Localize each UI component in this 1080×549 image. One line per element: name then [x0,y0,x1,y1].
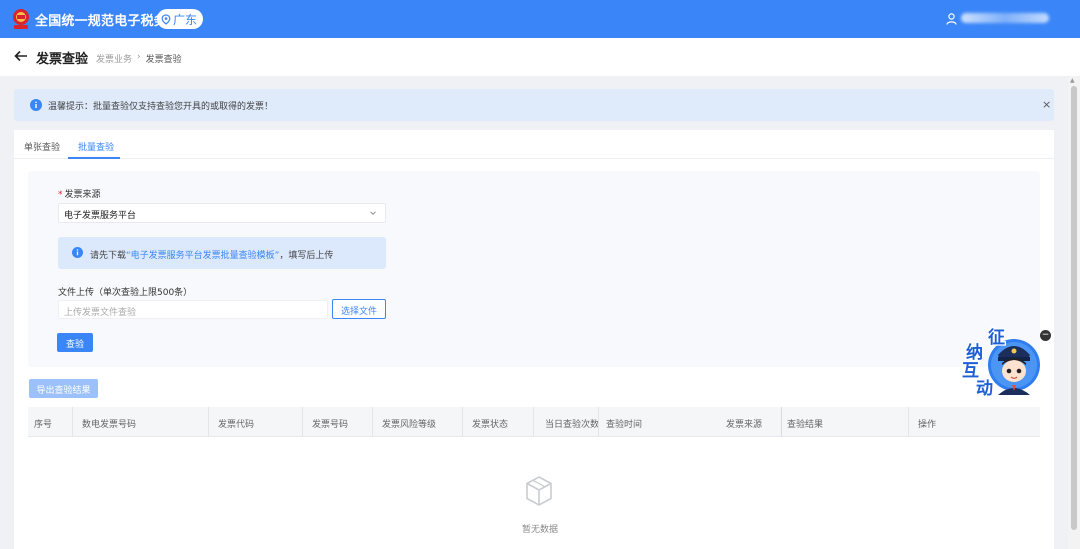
upload-label: 文件上传（单次查验上限500条） [58,288,193,298]
column-divider [462,407,463,437]
minimize-icon[interactable]: − [1040,330,1051,341]
user-icon[interactable] [946,13,957,25]
tab-single-verify[interactable]: 单张查验 [24,140,60,153]
vertical-scrollbar[interactable]: ▲ [1068,76,1080,549]
column-header: 发票代码 [218,420,255,430]
batch-form-panel: * 发票来源 电子发票服务平台 请先下载“电子发票服务平台发票批量查验模板”，填写… [28,171,1040,367]
active-tab-indicator [68,157,120,159]
column-header: 发票来源 [726,420,763,430]
close-icon[interactable]: × [1042,98,1051,111]
tab-bar: 单张查验 批量查验 [14,130,1054,159]
column-divider [372,407,373,437]
column-header: 数电发票号码 [82,420,137,430]
scroll-thumb[interactable] [1071,86,1077,530]
main-content: 单张查验 批量查验 * 发票来源 电子发票服务平台 请先下载“电子发票服务平台发票… [14,130,1054,549]
info-icon [30,99,42,111]
notice-text: 温馨提示：批量查验仅支持查验您开具的或取得的发票！ [48,102,274,112]
column-header: 发票风险等级 [382,420,437,430]
empty-box-icon [526,476,552,506]
back-arrow-icon[interactable] [14,49,28,63]
verify-button[interactable]: 查验 [57,333,93,352]
page-header: 发票查验 发票业务 › 发票查验 [0,38,1080,76]
region-selector[interactable]: 广东 [157,9,204,29]
column-divider [533,407,534,437]
chevron-down-icon [370,211,376,216]
column-divider [208,407,209,437]
scroll-up-icon[interactable]: ▲ [1070,77,1075,84]
mascot-char: 动 [976,379,993,399]
column-header: 当日查验次数 [545,420,600,430]
tax-emblem-icon[interactable] [11,7,31,31]
tip-text: 请先下载“电子发票服务平台发票批量查验模板”，填写后上传 [90,251,334,261]
template-download-link[interactable]: “电子发票服务平台发票批量查验模板” [126,251,279,261]
page-title: 发票查验 [36,52,89,67]
fixed-column-divider [781,407,782,437]
results-table-header: 序号 数电发票号码 发票代码 发票号码 发票风险等级 发票状态 当日查验次数 查… [28,407,1040,437]
breadcrumb: 发票业务 › 发票查验 [96,52,182,65]
column-header: 发票状态 [472,420,509,430]
column-divider [598,407,599,437]
empty-state-text: 暂无数据 [522,525,559,535]
column-divider [908,407,909,437]
location-pin-icon [161,13,171,25]
column-header: 发票号码 [312,420,349,430]
column-header: 操作 [918,420,937,430]
interaction-mascot-widget[interactable]: 征 纳 互 动 [958,325,1044,401]
choose-file-button[interactable]: 选择文件 [332,299,386,319]
region-label: 广东 [173,12,198,27]
breadcrumb-current: 发票查验 [145,55,182,65]
column-header: 查验结果 [787,420,824,430]
mascot-char: 互 [962,361,979,381]
column-header: 查验时间 [606,420,643,430]
tab-batch-verify[interactable]: 批量查验 [78,140,114,153]
column-divider [302,407,303,437]
column-header: 序号 [34,420,53,430]
notice-banner: 温馨提示：批量查验仅支持查验您开具的或取得的发票！ × [14,89,1054,121]
source-label: * 发票来源 [58,190,101,200]
source-select-value: 电子发票服务平台 [64,211,137,221]
mascot-char: 纳 [966,342,983,363]
column-divider [72,407,73,437]
mascot-char: 征 [988,327,1005,348]
top-bar: 全国统一规范电子税务局 广东 [0,0,1080,38]
user-name-redacted[interactable] [961,13,1049,23]
info-icon [72,247,83,258]
file-upload-input[interactable]: 上传发票文件查验 [58,300,328,319]
template-tip: 请先下载“电子发票服务平台发票批量查验模板”，填写后上传 [58,237,386,269]
breadcrumb-item[interactable]: 发票业务 [96,52,132,65]
export-results-button[interactable]: 导出查验结果 [29,379,98,398]
source-select[interactable]: 电子发票服务平台 [58,203,386,223]
breadcrumb-separator: › [137,52,141,62]
